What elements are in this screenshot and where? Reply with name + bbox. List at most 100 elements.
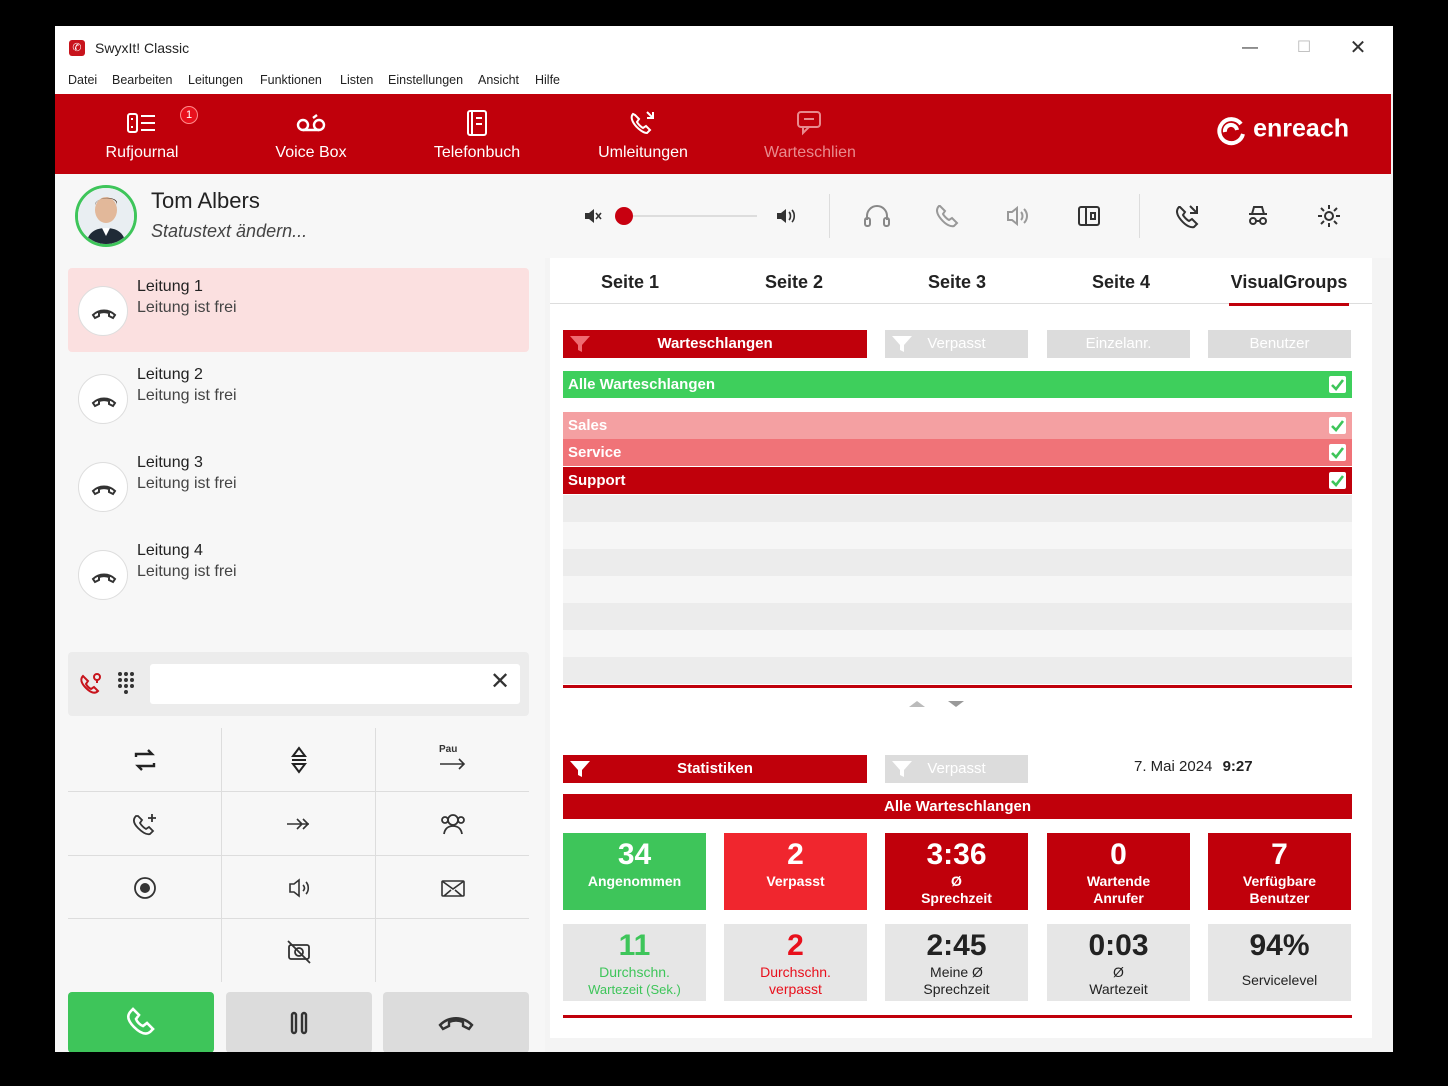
call-location-icon[interactable]: [78, 670, 104, 696]
queue-row[interactable]: Sales: [563, 412, 1352, 439]
menu-datei[interactable]: Datei: [68, 73, 97, 87]
call-button[interactable]: [68, 992, 214, 1052]
hangup-icon[interactable]: [78, 462, 128, 512]
hangup-button[interactable]: [383, 992, 529, 1052]
hangup-icon[interactable]: [78, 374, 128, 424]
dial-bar: ✕: [68, 652, 529, 716]
toolbar-warteschlangen[interactable]: Warteschlien: [735, 94, 885, 174]
volume-control[interactable]: [583, 204, 803, 228]
stats-missed-label: Verpasst: [927, 760, 986, 777]
message-button[interactable]: [376, 856, 530, 919]
hold-button[interactable]: [226, 992, 372, 1052]
speaker-icon[interactable]: [1002, 202, 1032, 230]
queue-row-all[interactable]: Alle Warteschlangen: [563, 371, 1352, 398]
empty-row: [563, 630, 1352, 657]
maximize-button[interactable]: ☐: [1289, 36, 1319, 60]
loudspeaker-button[interactable]: [222, 856, 376, 919]
stat-label: Angenommen: [587, 873, 682, 889]
users-filter-button[interactable]: Benutzer: [1208, 330, 1351, 358]
hangup-icon[interactable]: [78, 286, 128, 336]
enreach-logo-text: enreach: [1253, 114, 1349, 143]
line-panel: Leitung 1 Leitung ist frei Leitung 2 Lei…: [55, 258, 545, 1052]
menu-listen[interactable]: Listen: [340, 73, 373, 87]
merge-icon: [291, 746, 307, 774]
queue-row[interactable]: Support: [563, 467, 1352, 494]
line-item[interactable]: Leitung 4 Leitung ist frei: [68, 532, 529, 616]
stats-missed-filter-button[interactable]: Verpasst: [885, 755, 1028, 783]
minimize-button[interactable]: —: [1235, 36, 1265, 60]
toolbar-voicebox[interactable]: Voice Box: [236, 94, 386, 174]
checkbox-checked-icon[interactable]: [1329, 472, 1346, 489]
queue-row[interactable]: Service: [563, 439, 1352, 466]
tab-seite-4[interactable]: Seite 4: [1051, 272, 1191, 293]
pause-dial-button[interactable]: Pau: [376, 728, 530, 791]
stat-label: Sprechzeit: [923, 981, 990, 997]
group-button[interactable]: [376, 792, 530, 855]
statistics-filter-button[interactable]: Statistiken: [563, 755, 867, 783]
menu-einstellungen[interactable]: Einstellungen: [388, 73, 463, 87]
checkbox-checked-icon[interactable]: [1329, 417, 1346, 434]
volume-track[interactable]: [625, 215, 757, 217]
clear-input-button[interactable]: ✕: [488, 670, 512, 694]
call-journal-icon: [127, 113, 155, 133]
checkbox-checked-icon[interactable]: [1329, 444, 1346, 461]
dial-input[interactable]: [150, 664, 520, 704]
function-keypad: Pau: [68, 728, 529, 982]
sidebar-toggle-icon[interactable]: [1074, 202, 1104, 230]
single-filter-button[interactable]: Einzelanr.: [1047, 330, 1190, 358]
call-forward-icon[interactable]: [1172, 202, 1202, 230]
toolbar-umleitungen[interactable]: Umleitungen: [568, 94, 718, 174]
stat-value: 11: [618, 929, 651, 962]
menu-bearbeiten[interactable]: Bearbeiten: [112, 73, 172, 87]
headset-icon[interactable]: [862, 202, 892, 230]
empty-row: [563, 576, 1352, 603]
stat-value: 2: [787, 929, 804, 962]
tab-seite-1[interactable]: Seite 1: [560, 272, 700, 293]
add-call-icon: [133, 814, 156, 836]
hangup-icon[interactable]: [78, 550, 128, 600]
menu-leitungen[interactable]: Leitungen: [188, 73, 243, 87]
queues-filter-button[interactable]: Warteschlangen: [563, 330, 867, 358]
handset-icon[interactable]: [932, 202, 962, 230]
divider: [563, 1015, 1352, 1018]
app-logo-icon: ✆: [69, 40, 85, 56]
tab-visualgroups[interactable]: VisualGroups: [1219, 272, 1359, 306]
line-item[interactable]: Leitung 1 Leitung ist frei: [68, 268, 529, 352]
menu-hilfe[interactable]: Hilfe: [535, 73, 560, 87]
toolbar-telefonbuch[interactable]: Telefonbuch: [402, 94, 552, 174]
transfer-button[interactable]: [222, 792, 376, 855]
anonymous-icon[interactable]: [1243, 202, 1273, 230]
add-call-button[interactable]: [68, 792, 222, 855]
menu-funktionen[interactable]: Funktionen: [260, 73, 322, 87]
line-item[interactable]: Leitung 2 Leitung ist frei: [68, 356, 529, 440]
tab-seite-3[interactable]: Seite 3: [887, 272, 1027, 293]
user-avatar[interactable]: [75, 185, 137, 247]
checkbox-checked-icon[interactable]: [1329, 376, 1346, 393]
record-button[interactable]: [68, 856, 222, 919]
stats-time: 9:27: [1222, 758, 1253, 775]
menu-ansicht[interactable]: Ansicht: [478, 73, 519, 87]
volume-slider-knob[interactable]: [615, 207, 633, 225]
conference-button[interactable]: [222, 728, 376, 791]
keypad-icon[interactable]: [114, 670, 138, 696]
toggle-button[interactable]: [68, 728, 222, 791]
stat-card-angenommen: 34 Angenommen: [563, 833, 706, 910]
no-camera-button[interactable]: [222, 919, 376, 982]
empty-row: [563, 495, 1352, 522]
status-text[interactable]: Statustext ändern...: [151, 221, 307, 242]
stat-label: Ø: [951, 873, 962, 889]
queue-name: Service: [568, 444, 622, 461]
gear-icon[interactable]: [1314, 202, 1344, 230]
volume-up-icon[interactable]: [775, 207, 797, 225]
volume-mute-icon[interactable]: [583, 207, 603, 225]
line-name: Leitung 3: [137, 454, 203, 471]
toolbar-rufjournal[interactable]: 1 Rufjournal: [67, 94, 217, 174]
splitter-arrows-icon[interactable]: [905, 698, 975, 710]
stat-label: Verfügbare: [1242, 873, 1317, 889]
close-button[interactable]: ✕: [1343, 36, 1373, 60]
missed-filter-button[interactable]: Verpasst: [885, 330, 1028, 358]
line-name: Leitung 4: [137, 542, 203, 559]
toolbar-umleitungen-label: Umleitungen: [598, 144, 688, 161]
line-item[interactable]: Leitung 3 Leitung ist frei: [68, 444, 529, 528]
tab-seite-2[interactable]: Seite 2: [724, 272, 864, 293]
